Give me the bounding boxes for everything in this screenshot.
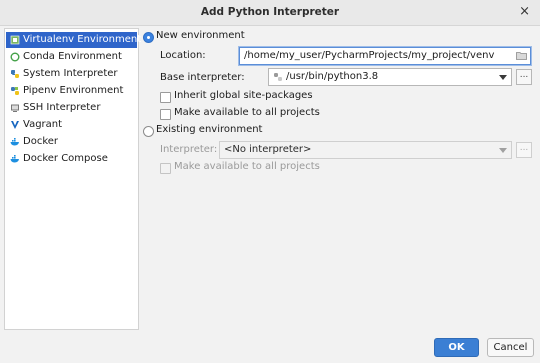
location-label: Location: bbox=[160, 50, 206, 61]
python-icon bbox=[273, 72, 283, 85]
base-interpreter-label: Base interpreter: bbox=[160, 72, 245, 83]
ok-button[interactable]: OK bbox=[434, 338, 479, 357]
pipenv-icon bbox=[10, 86, 20, 96]
chevron-down-icon bbox=[499, 73, 507, 84]
make-available-label: Make available to all projects bbox=[174, 107, 320, 118]
ssh-icon bbox=[10, 103, 20, 113]
existing-environment-radio[interactable] bbox=[143, 126, 154, 137]
base-interpreter-browse-button[interactable]: ... bbox=[516, 69, 532, 85]
sidebar-item-system[interactable]: System Interpreter bbox=[6, 66, 137, 82]
interpreter-label: Interpreter: bbox=[160, 144, 218, 155]
sidebar-item-label: Docker Compose bbox=[23, 153, 108, 164]
new-environment-label: New environment bbox=[156, 30, 245, 41]
cancel-button[interactable]: Cancel bbox=[487, 338, 534, 357]
existing-environment-label: Existing environment bbox=[156, 124, 263, 135]
sidebar-item-pipenv[interactable]: Pipenv Environment bbox=[6, 83, 137, 99]
inherit-site-packages-checkbox[interactable] bbox=[160, 92, 171, 103]
sidebar-item-vagrant[interactable]: Vagrant bbox=[6, 117, 137, 133]
sidebar-item-docker-compose[interactable]: Docker Compose bbox=[6, 151, 137, 167]
vagrant-icon bbox=[10, 120, 20, 130]
location-value: /home/my_user/PycharmProjects/my_project… bbox=[244, 50, 495, 61]
close-button[interactable]: × bbox=[519, 4, 530, 19]
sidebar-item-label: Virtualenv Environment bbox=[23, 34, 142, 45]
make-available-checkbox[interactable] bbox=[160, 109, 171, 120]
dialog-title: Add Python Interpreter bbox=[200, 6, 340, 18]
existing-make-available-checkbox[interactable] bbox=[160, 163, 171, 174]
chevron-down-icon bbox=[499, 146, 507, 157]
existing-make-available-label: Make available to all projects bbox=[174, 161, 320, 172]
python-icon bbox=[10, 69, 20, 79]
sidebar-item-ssh[interactable]: SSH Interpreter bbox=[6, 100, 137, 116]
base-interpreter-value: /usr/bin/python3.8 bbox=[286, 71, 379, 82]
sidebar-item-label: Docker bbox=[23, 136, 59, 147]
base-interpreter-dropdown[interactable]: /usr/bin/python3.8 bbox=[268, 68, 512, 86]
conda-icon bbox=[10, 52, 20, 62]
location-field[interactable]: /home/my_user/PycharmProjects/my_project… bbox=[239, 47, 531, 65]
virtualenv-icon bbox=[10, 35, 20, 45]
sidebar-item-label: Pipenv Environment bbox=[23, 85, 124, 96]
inherit-site-packages-label: Inherit global site-packages bbox=[174, 90, 313, 101]
interpreter-type-list: Virtualenv Environment Conda Environment… bbox=[4, 28, 141, 330]
sidebar-item-label: SSH Interpreter bbox=[23, 102, 101, 113]
sidebar-item-label: Vagrant bbox=[23, 119, 63, 130]
interpreter-value: <No interpreter> bbox=[224, 144, 312, 155]
interpreter-browse-button[interactable]: ... bbox=[516, 142, 532, 158]
docker-compose-icon bbox=[10, 154, 20, 164]
interpreter-dropdown[interactable]: <No interpreter> bbox=[219, 141, 512, 159]
docker-icon bbox=[10, 137, 20, 147]
new-environment-radio[interactable] bbox=[143, 32, 154, 43]
sidebar-item-virtualenv[interactable]: Virtualenv Environment bbox=[6, 32, 141, 48]
sidebar-item-label: System Interpreter bbox=[23, 68, 118, 79]
folder-icon[interactable] bbox=[516, 51, 527, 63]
sidebar-item-docker[interactable]: Docker bbox=[6, 134, 137, 150]
title-bar: Add Python Interpreter × bbox=[0, 0, 540, 26]
sidebar-item-conda[interactable]: Conda Environment bbox=[6, 49, 137, 65]
sidebar-item-label: Conda Environment bbox=[23, 51, 122, 62]
